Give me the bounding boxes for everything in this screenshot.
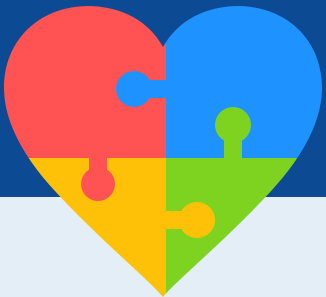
puzzle-heart-illustration (0, 0, 326, 297)
puzzle-heart-svg (0, 0, 326, 297)
